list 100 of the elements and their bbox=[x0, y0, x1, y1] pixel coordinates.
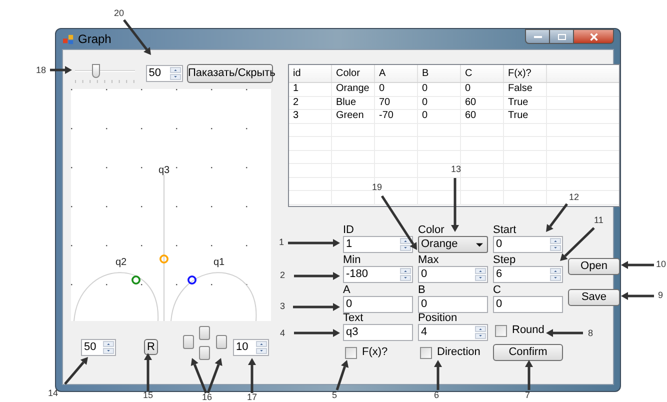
toggle-button[interactable]: Паказать/Скрыть bbox=[187, 64, 273, 82]
callout-arrow bbox=[546, 329, 583, 337]
column-header[interactable]: C bbox=[461, 65, 504, 82]
close-icon bbox=[590, 32, 598, 40]
spin-down-icon[interactable] bbox=[170, 74, 181, 80]
field-label: Text bbox=[343, 312, 364, 324]
checkbox[interactable] bbox=[420, 346, 432, 358]
callout-arrow bbox=[50, 66, 72, 74]
move-up-button[interactable] bbox=[199, 326, 210, 340]
side-button[interactable]: Open bbox=[568, 258, 620, 275]
spin-down-icon[interactable] bbox=[400, 275, 411, 281]
spin-down-icon[interactable] bbox=[550, 275, 561, 281]
point-marker[interactable] bbox=[132, 276, 140, 284]
callout-number: 9 bbox=[658, 291, 664, 300]
number-field[interactable]: 50 bbox=[81, 338, 116, 356]
callout-number: 7 bbox=[525, 391, 530, 400]
callout-number: 17 bbox=[247, 393, 258, 402]
text-field[interactable]: q3 bbox=[343, 324, 413, 341]
confirm-button[interactable]: Confirm bbox=[493, 344, 563, 361]
table-cell: -70 bbox=[375, 110, 418, 122]
callout-arrow bbox=[451, 178, 459, 232]
move-left-button[interactable] bbox=[183, 335, 194, 349]
number-field[interactable]: 50 bbox=[146, 64, 183, 82]
checkbox[interactable] bbox=[495, 324, 507, 336]
window-title: Graph bbox=[78, 31, 112, 48]
spin-down-icon[interactable] bbox=[475, 275, 486, 281]
callout-number: 19 bbox=[372, 183, 382, 192]
move-right-button[interactable] bbox=[216, 335, 227, 349]
point-marker[interactable] bbox=[160, 254, 168, 264]
callout-number: 2 bbox=[280, 271, 286, 280]
spin-down-icon[interactable] bbox=[475, 333, 486, 339]
callout-arrow bbox=[294, 272, 340, 280]
point-label: q1 bbox=[213, 257, 225, 268]
field-label: Start bbox=[493, 224, 518, 236]
column-header[interactable]: id bbox=[289, 65, 332, 82]
table-cell: False bbox=[504, 83, 547, 96]
maximize-button[interactable] bbox=[550, 29, 574, 44]
reset-button[interactable]: R bbox=[144, 339, 158, 355]
app-icon bbox=[63, 34, 74, 44]
checkbox[interactable] bbox=[345, 346, 357, 358]
callout-number: 11 bbox=[594, 216, 604, 225]
callout-number: 13 bbox=[451, 165, 462, 174]
callout-number: 16 bbox=[202, 393, 212, 402]
table-cell: True bbox=[504, 110, 547, 122]
callout-number: 10 bbox=[656, 260, 666, 269]
table-cell: Blue bbox=[332, 96, 375, 109]
checkbox-label: Direction bbox=[437, 345, 480, 360]
text-field[interactable]: 0 bbox=[418, 296, 488, 313]
table-cell: 0 bbox=[418, 96, 461, 109]
table-cell: Green bbox=[332, 110, 375, 122]
number-field[interactable]: 10 bbox=[233, 338, 269, 356]
callout-number: 12 bbox=[569, 193, 580, 202]
number-field[interactable]: -180 bbox=[343, 266, 413, 283]
field-label: ID bbox=[343, 224, 355, 236]
field-label: A bbox=[343, 284, 352, 296]
callout-number: 20 bbox=[114, 9, 124, 18]
slider-thumb[interactable] bbox=[92, 64, 100, 78]
table-cell: 0 bbox=[461, 83, 504, 96]
table-cell: 70 bbox=[375, 96, 418, 109]
callout-arrow bbox=[190, 358, 222, 394]
field-label: C bbox=[493, 284, 502, 296]
column-header[interactable]: B bbox=[418, 65, 461, 82]
field-label: Step bbox=[493, 254, 517, 266]
point-marker[interactable] bbox=[188, 276, 196, 284]
spin-down-icon[interactable] bbox=[550, 245, 561, 251]
number-field[interactable]: 0 bbox=[493, 236, 563, 253]
callout-arrow bbox=[336, 360, 349, 390]
field-label: B bbox=[418, 284, 426, 296]
spin-down-icon[interactable] bbox=[400, 245, 411, 251]
close-button[interactable] bbox=[574, 29, 614, 44]
callout-number: 1 bbox=[279, 238, 284, 247]
table-cell: 2 bbox=[289, 96, 332, 109]
caret-icon bbox=[476, 242, 483, 246]
number-field[interactable]: 1 bbox=[343, 236, 413, 253]
table-cell: 60 bbox=[461, 110, 504, 122]
number-field[interactable]: 0 bbox=[418, 266, 488, 283]
column-header[interactable]: F(x)? bbox=[504, 65, 547, 82]
field-label: Max bbox=[418, 254, 440, 266]
table-cell: 0 bbox=[375, 83, 418, 96]
column-header[interactable]: A bbox=[375, 65, 418, 82]
color-dropdown[interactable]: Orange bbox=[418, 236, 488, 253]
table-cell: 0 bbox=[418, 110, 461, 122]
spin-down-icon[interactable] bbox=[256, 348, 267, 354]
callout-number: 6 bbox=[434, 391, 440, 400]
text-field[interactable]: 0 bbox=[493, 296, 563, 313]
table-cell: 60 bbox=[461, 96, 504, 109]
size-slider[interactable] bbox=[75, 64, 135, 78]
column-header[interactable]: Color bbox=[332, 65, 375, 82]
point-label: q3 bbox=[158, 165, 170, 176]
number-field[interactable]: 6 bbox=[493, 266, 563, 283]
spin-down-icon[interactable] bbox=[103, 348, 114, 354]
move-down-button[interactable] bbox=[199, 346, 210, 360]
callout-arrow bbox=[123, 19, 151, 55]
callout-number: 8 bbox=[588, 329, 594, 338]
text-field[interactable]: 0 bbox=[343, 296, 413, 313]
minimize-button[interactable] bbox=[525, 29, 550, 44]
callout-number: 5 bbox=[332, 391, 338, 400]
table-cell: Orange bbox=[332, 83, 375, 96]
number-field[interactable]: 4 bbox=[418, 324, 488, 341]
side-button[interactable]: Save bbox=[568, 289, 620, 306]
